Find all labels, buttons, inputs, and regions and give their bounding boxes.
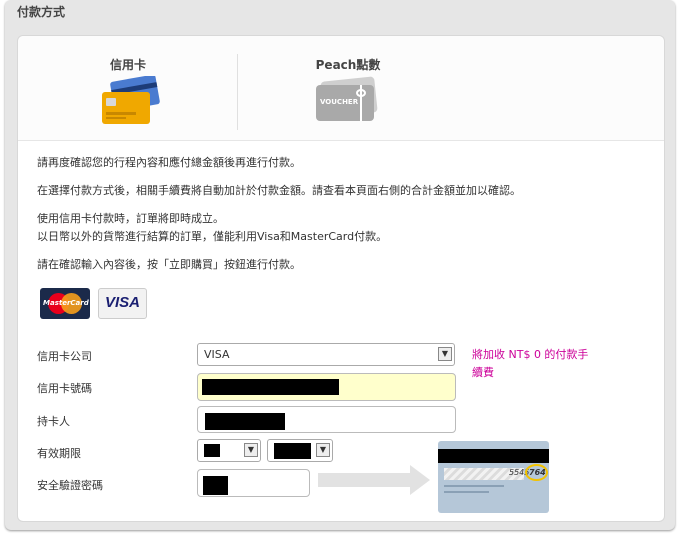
card-holder-label: 持卡人 (37, 415, 70, 428)
expiry-label: 有效期限 (37, 447, 81, 460)
tab-peach-points[interactable]: Peach點數 VOUCHER (238, 36, 458, 140)
redacted-cvv (203, 476, 228, 495)
instruction-line: 在選擇付款方式後，相關手續費將自動加計於付款金額。請查看本頁面右側的合計金額並加… (37, 184, 521, 197)
cvv-label: 安全驗證密碼 (37, 479, 103, 492)
dropdown-arrow-icon: ▼ (438, 347, 452, 361)
tab-peach-points-label: Peach點數 (315, 58, 381, 72)
redacted-expiry-month (204, 444, 220, 457)
cvv-input[interactable] (197, 469, 310, 497)
instruction-line: 請在確認輸入內容後，按「立即購買」按鈕進行付款。 (37, 258, 301, 271)
mastercard-logo: MasterCard (40, 288, 90, 319)
expiry-month-select[interactable]: ▼ (197, 439, 261, 462)
dropdown-arrow-icon: ▼ (244, 443, 258, 457)
card-number-label: 信用卡號碼 (37, 382, 92, 395)
payment-panel: 付款方式 信用卡 Peach點數 VOUCHER 請再度確認您的行程內容和應付總… (5, 0, 675, 530)
instruction-line: 以日幣以外的貨幣進行結算的訂單，僅能利用Visa和MasterCard付款。 (37, 230, 388, 243)
card-holder-input[interactable] (197, 406, 456, 433)
payment-method-tabs: 信用卡 Peach點數 VOUCHER (18, 36, 664, 141)
arrow-right-icon (318, 465, 430, 495)
visa-logo-text: VISA (105, 294, 141, 311)
voucher-icon: VOUCHER (316, 76, 378, 123)
fee-note: 將加收 NT$ 0 的付款手續費 (472, 348, 589, 379)
cvv-image-code: 764 (529, 468, 546, 477)
instruction-line: 使用信用卡付款時，訂單將即時成立。 (37, 212, 224, 225)
card-company-select[interactable]: VISA ▼ (197, 343, 455, 366)
mastercard-logo-text: MasterCard (43, 299, 89, 307)
tab-credit-card-label: 信用卡 (109, 58, 146, 72)
dropdown-arrow-icon: ▼ (316, 443, 330, 457)
redacted-card-holder (205, 413, 285, 430)
cvv-location-image: 5545 764 (438, 441, 549, 513)
tab-credit-card[interactable]: 信用卡 (18, 36, 238, 140)
redacted-expiry-year (274, 443, 311, 459)
expiry-year-select[interactable]: ▼ (267, 439, 333, 462)
voucher-text: VOUCHER (320, 98, 359, 106)
visa-logo: VISA (98, 288, 147, 319)
card-company-value: VISA (204, 348, 230, 361)
redacted-card-number (202, 379, 339, 395)
payment-card: 信用卡 Peach點數 VOUCHER 請再度確認您的行程內容和應付總金額後再進… (17, 35, 665, 522)
instruction-line: 請再度確認您的行程內容和應付總金額後再進行付款。 (37, 156, 301, 169)
card-company-label: 信用卡公司 (37, 350, 92, 363)
panel-title: 付款方式 (17, 5, 66, 19)
credit-cards-icon (102, 76, 160, 124)
card-number-input[interactable] (197, 373, 456, 401)
